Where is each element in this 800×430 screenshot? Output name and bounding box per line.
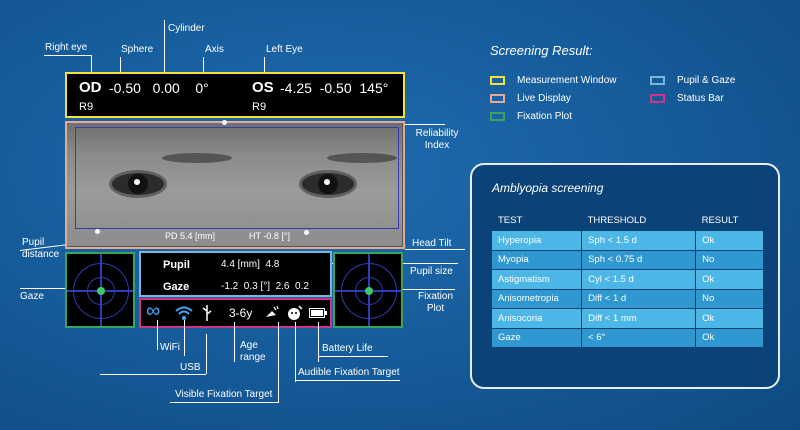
pupil-label: Pupil bbox=[163, 259, 190, 271]
os-values: -4.25 -0.50 145° bbox=[280, 80, 389, 96]
legend-status-bar: Status Bar bbox=[677, 93, 724, 104]
cell-threshold: Cyl < 1.5 d bbox=[581, 269, 697, 289]
gaze-dot bbox=[97, 287, 105, 295]
od-values: -0.50 0.00 0° bbox=[109, 80, 209, 96]
table-row: Astigmatism Cyl < 1.5 d Ok bbox=[492, 269, 764, 289]
amblyopia-panel: Amblyopia screening TEST THRESHOLD RESUL… bbox=[470, 163, 780, 389]
gaze-dot bbox=[365, 287, 373, 295]
cell-test: Gaze bbox=[492, 327, 583, 347]
label-reliability-index: Reliability Index bbox=[415, 128, 459, 151]
legend-swatch-fixation bbox=[490, 112, 505, 121]
cell-threshold: Diff < 1 mm bbox=[581, 308, 697, 328]
gaze-values: -1.2 0.3 [°] 2.6 0.2 bbox=[221, 281, 309, 292]
legend-pupil-gaze: Pupil & Gaze bbox=[677, 75, 736, 86]
legend-swatch-pupil bbox=[650, 76, 665, 85]
od-reliability: R9 bbox=[79, 101, 94, 113]
legend-swatch-status bbox=[650, 94, 665, 103]
screening-result-title: Screening Result: bbox=[490, 43, 593, 58]
legend-swatch-live bbox=[490, 94, 505, 103]
od-label: OD bbox=[79, 79, 102, 96]
fixation-plot-left bbox=[333, 252, 403, 328]
cell-test: Astigmatism bbox=[492, 269, 583, 289]
cell-result: No bbox=[695, 288, 764, 309]
col-test: TEST bbox=[498, 214, 523, 226]
cell-threshold: Sph < 1.5 d bbox=[581, 230, 697, 250]
cell-result: Ok bbox=[695, 308, 764, 328]
os-reliability: R9 bbox=[252, 101, 267, 113]
amblyopia-table: TEST THRESHOLD RESULT Hyperopia Sph < 1.… bbox=[492, 210, 764, 347]
measurement-window: OD -0.50 0.00 0° OS -4.25 -0.50 145° R9 … bbox=[65, 72, 405, 118]
pd-readout: PD 5.4 [mm] bbox=[165, 231, 216, 241]
label-usb: USB bbox=[180, 362, 201, 373]
label-gaze: Gaze bbox=[20, 291, 44, 302]
gaze-label: Gaze bbox=[163, 281, 190, 293]
usb-icon bbox=[201, 305, 213, 321]
label-left-eye: Left Eye bbox=[266, 44, 303, 55]
os-label: OS bbox=[252, 79, 274, 96]
pupil-values: 4.4 [mm] 4.8 bbox=[221, 259, 280, 270]
label-audible-fixation-target: Audible Fixation Target bbox=[298, 367, 400, 378]
table-row: Anisometropia Diff < 1 d No bbox=[492, 288, 764, 309]
label-age-range: Age range bbox=[240, 340, 266, 363]
label-visible-fixation-target: Visible Fixation Target bbox=[175, 389, 273, 400]
cell-threshold: < 6° bbox=[581, 327, 697, 347]
label-wifi: WiFi bbox=[160, 342, 180, 353]
legend-fixation-plot: Fixation Plot bbox=[517, 111, 573, 122]
table-row: Anisocoria Diff < 1 mm Ok bbox=[492, 308, 764, 328]
label-pupil-size: Pupil size bbox=[410, 266, 453, 277]
label-fixation-plot: Fixation Plot bbox=[418, 291, 454, 314]
cell-test: Anisocoria bbox=[492, 308, 583, 328]
legend-live-display: Live Display bbox=[517, 93, 571, 104]
live-display: PD 5.4 [mm] HT -0.8 [°] bbox=[65, 121, 405, 249]
cell-test: Anisometropia bbox=[492, 288, 583, 309]
battery-icon bbox=[309, 306, 327, 322]
label-cylinder: Cylinder bbox=[168, 23, 205, 34]
legend-swatch-measurement bbox=[490, 76, 505, 85]
label-sphere: Sphere bbox=[121, 44, 154, 55]
cell-threshold: Sph < 0.75 d bbox=[581, 249, 697, 270]
cell-result: Ok bbox=[695, 327, 764, 347]
wifi-icon bbox=[175, 305, 193, 321]
col-threshold: THRESHOLD bbox=[587, 214, 647, 226]
table-row: Gaze < 6° Ok bbox=[492, 327, 764, 347]
label-axis: Axis bbox=[205, 44, 224, 55]
cell-result: Ok bbox=[695, 269, 764, 289]
label-battery-life: Battery Life bbox=[322, 343, 373, 354]
status-bar: ∞ 3-6y bbox=[139, 298, 332, 328]
table-row: Hyperopia Sph < 1.5 d Ok bbox=[492, 230, 764, 250]
fixation-plot-right bbox=[65, 252, 135, 328]
infinity-icon: ∞ bbox=[146, 300, 161, 322]
age-range: 3-6y bbox=[229, 306, 253, 320]
ht-readout: HT -0.8 [°] bbox=[249, 231, 290, 241]
table-row: Myopia Sph < 0.75 d No bbox=[492, 249, 764, 270]
cell-test: Myopia bbox=[492, 249, 583, 270]
cell-test: Hyperopia bbox=[492, 230, 583, 250]
label-right-eye: Right eye bbox=[45, 42, 88, 53]
pupil-gaze-panel: Pupil 4.4 [mm] 4.8 Gaze -1.2 0.3 [°] 2.6… bbox=[139, 251, 332, 297]
cell-result: No bbox=[695, 249, 764, 270]
amblyopia-title: Amblyopia screening bbox=[492, 181, 604, 195]
col-result: RESULT bbox=[701, 214, 739, 226]
cell-threshold: Diff < 1 d bbox=[581, 288, 697, 309]
cell-result: Ok bbox=[695, 230, 764, 250]
audible-target-icon bbox=[286, 305, 304, 321]
legend-measurement-window: Measurement Window bbox=[517, 75, 617, 86]
visible-target-icon bbox=[263, 305, 279, 321]
tracking-box bbox=[75, 127, 399, 229]
